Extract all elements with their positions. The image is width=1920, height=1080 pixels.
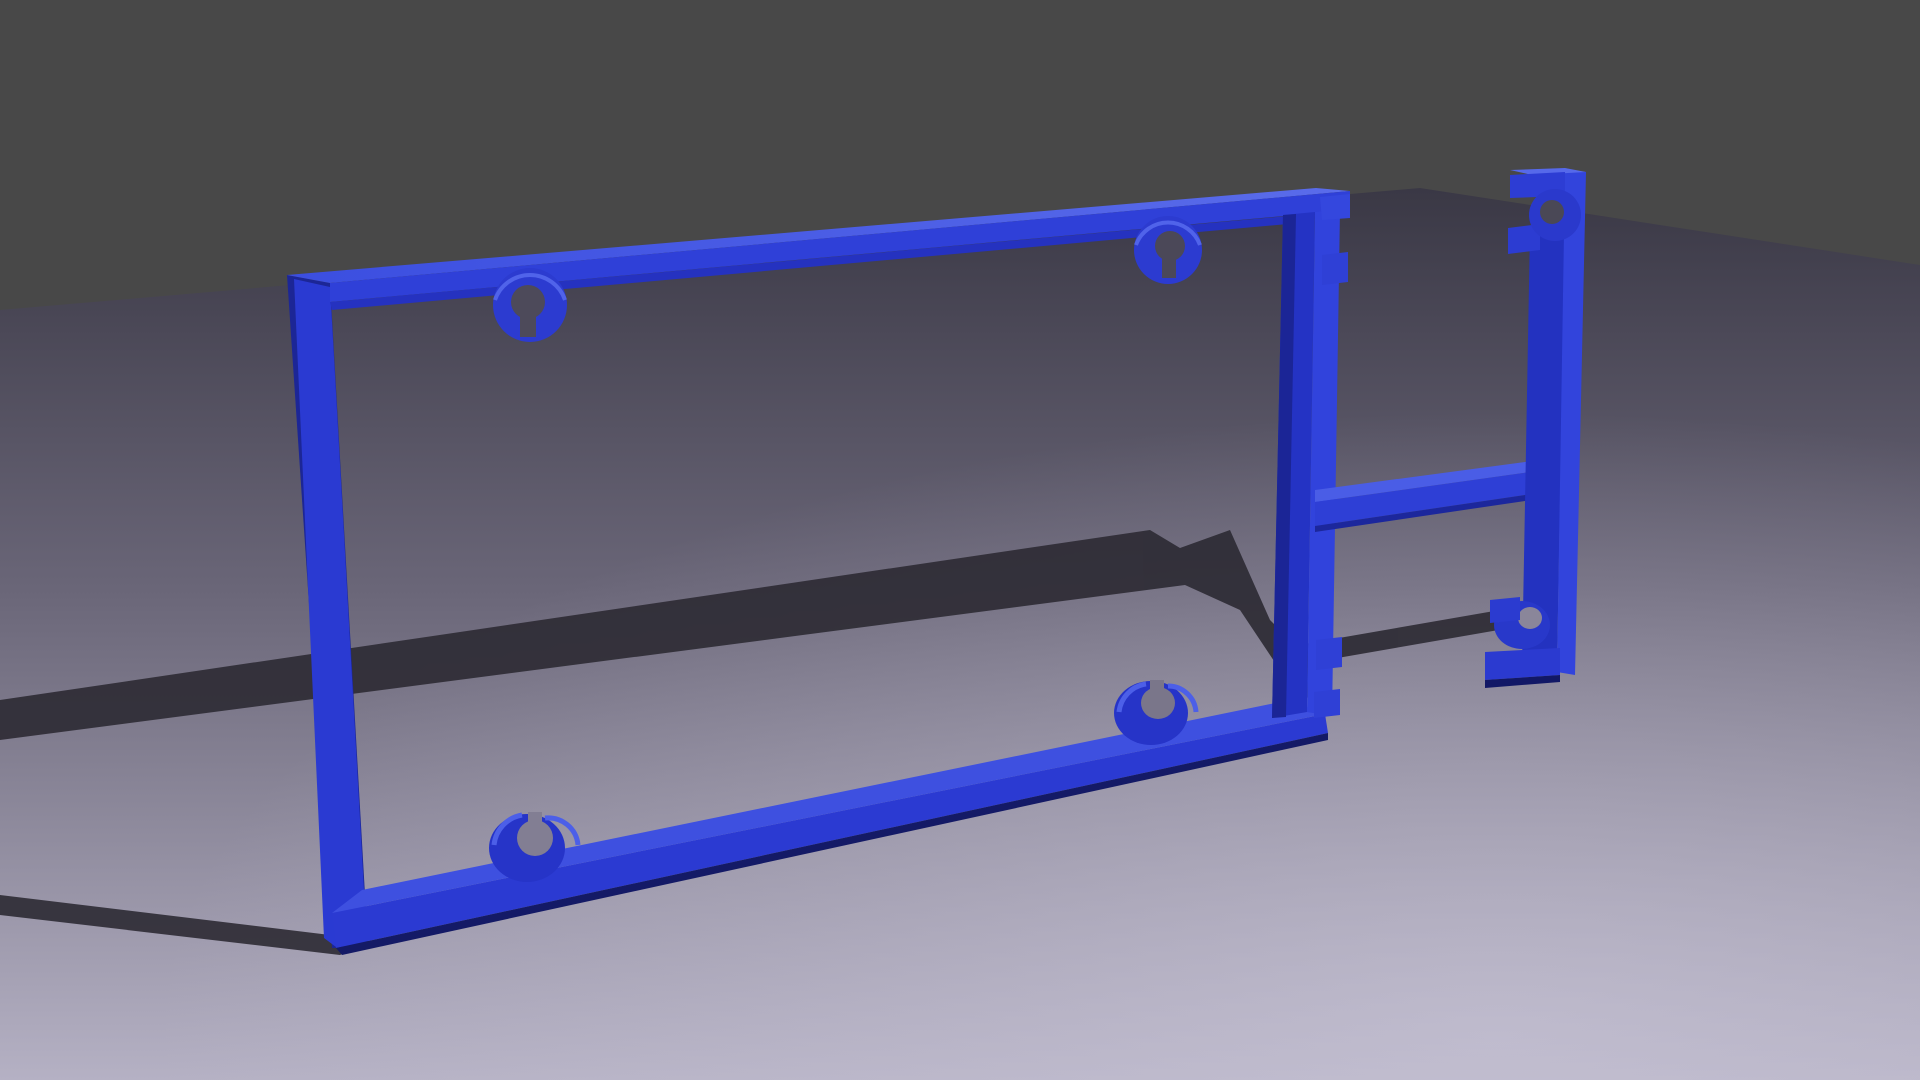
render-scene [0,0,1920,1080]
frame-clip-top-right [1134,216,1202,284]
side-rail-foot [1485,648,1560,680]
frame-clip-top-left [493,268,567,342]
